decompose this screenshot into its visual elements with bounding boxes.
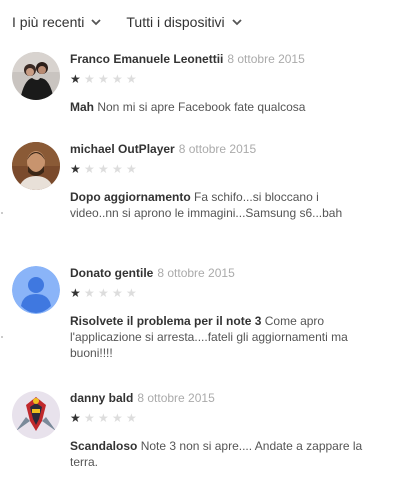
review-date: 8 ottobre 2015 <box>178 142 257 156</box>
star-empty-icon: ★ <box>84 162 95 176</box>
user-photo-icon <box>12 391 60 439</box>
review-header: michael OutPlayer 8 ottobre 2015 <box>70 142 370 157</box>
review-header: Franco Emanuele Leonettii 8 ottobre 2015 <box>70 52 370 67</box>
star-empty-icon: ★ <box>84 72 95 86</box>
filters-bar: I più recenti Tutti i dispositivi <box>12 14 243 30</box>
review-content: danny bald 8 ottobre 2015 ★ ★ ★ ★ ★ Scandalos… <box>70 391 370 470</box>
divider-dot <box>1 212 3 214</box>
star-empty-icon: ★ <box>126 162 137 176</box>
star-empty-icon: ★ <box>112 286 123 300</box>
review-date: 8 ottobre 2015 <box>137 391 215 405</box>
sort-dropdown-label: I più recenti <box>12 14 85 30</box>
review-text: Non mi si apre Facebook fate qualcosa <box>97 100 306 114</box>
star-empty-icon: ★ <box>112 72 123 86</box>
user-photo-icon <box>12 52 60 100</box>
avatar[interactable] <box>12 142 60 190</box>
avatar[interactable] <box>12 266 60 314</box>
star-empty-icon: ★ <box>126 286 137 300</box>
devices-dropdown[interactable]: Tutti i dispositivi <box>126 14 242 30</box>
review-title: Risolvete il problema per il note 3 <box>70 314 262 328</box>
avatar[interactable] <box>12 52 60 100</box>
default-avatar-icon <box>12 266 60 314</box>
review-date: 8 ottobre 2015 <box>157 266 235 280</box>
review-title: Mah <box>70 100 94 114</box>
review-date: 8 ottobre 2015 <box>227 52 305 66</box>
star-rating: ★ ★ ★ ★ ★ <box>70 163 370 175</box>
review-header: danny bald 8 ottobre 2015 <box>70 391 370 406</box>
star-rating: ★ ★ ★ ★ ★ <box>70 287 370 299</box>
review-body: Scandaloso Note 3 non si apre.... Andate… <box>70 438 370 470</box>
star-filled-icon: ★ <box>70 286 81 300</box>
review-body: Risolvete il problema per il note 3 Come… <box>70 313 370 361</box>
review-author[interactable]: Franco Emanuele Leonettii <box>70 52 223 66</box>
review-content: Franco Emanuele Leonettii 8 ottobre 2015 … <box>70 52 370 115</box>
avatar[interactable] <box>12 391 60 439</box>
review-body: Mah Non mi si apre Facebook fate qualcos… <box>70 99 370 115</box>
star-empty-icon: ★ <box>98 411 109 425</box>
devices-dropdown-label: Tutti i dispositivi <box>126 14 225 30</box>
review-body: Dopo aggiornamento Fa schifo...si blocca… <box>70 189 370 221</box>
divider-dot <box>1 336 3 338</box>
star-rating: ★ ★ ★ ★ ★ <box>70 412 370 424</box>
star-empty-icon: ★ <box>84 411 95 425</box>
review-author[interactable]: Donato gentile <box>70 266 153 280</box>
star-empty-icon: ★ <box>126 72 137 86</box>
star-empty-icon: ★ <box>84 286 95 300</box>
user-photo-icon <box>12 142 60 190</box>
reviews-page: I più recenti Tutti i dispositivi Franco… <box>0 0 418 490</box>
review-header: Donato gentile 8 ottobre 2015 <box>70 266 370 281</box>
star-filled-icon: ★ <box>70 411 81 425</box>
star-empty-icon: ★ <box>98 72 109 86</box>
star-filled-icon: ★ <box>70 72 81 86</box>
star-empty-icon: ★ <box>112 411 123 425</box>
star-empty-icon: ★ <box>126 411 137 425</box>
review-title: Scandaloso <box>70 439 138 453</box>
star-empty-icon: ★ <box>98 286 109 300</box>
star-empty-icon: ★ <box>98 162 109 176</box>
sort-dropdown[interactable]: I più recenti <box>12 14 102 30</box>
review-author[interactable]: danny bald <box>70 391 133 405</box>
review-content: Donato gentile 8 ottobre 2015 ★ ★ ★ ★ ★ Risol… <box>70 266 370 361</box>
review-content: michael OutPlayer 8 ottobre 2015 ★ ★ ★ ★ ★ Do… <box>70 142 370 221</box>
chevron-down-icon <box>91 19 102 26</box>
chevron-down-icon <box>232 19 242 26</box>
star-empty-icon: ★ <box>112 162 123 176</box>
review-author[interactable]: michael OutPlayer <box>70 142 175 156</box>
star-filled-icon: ★ <box>70 162 81 176</box>
review-title: Dopo aggiornamento <box>70 190 191 204</box>
star-rating: ★ ★ ★ ★ ★ <box>70 73 370 85</box>
